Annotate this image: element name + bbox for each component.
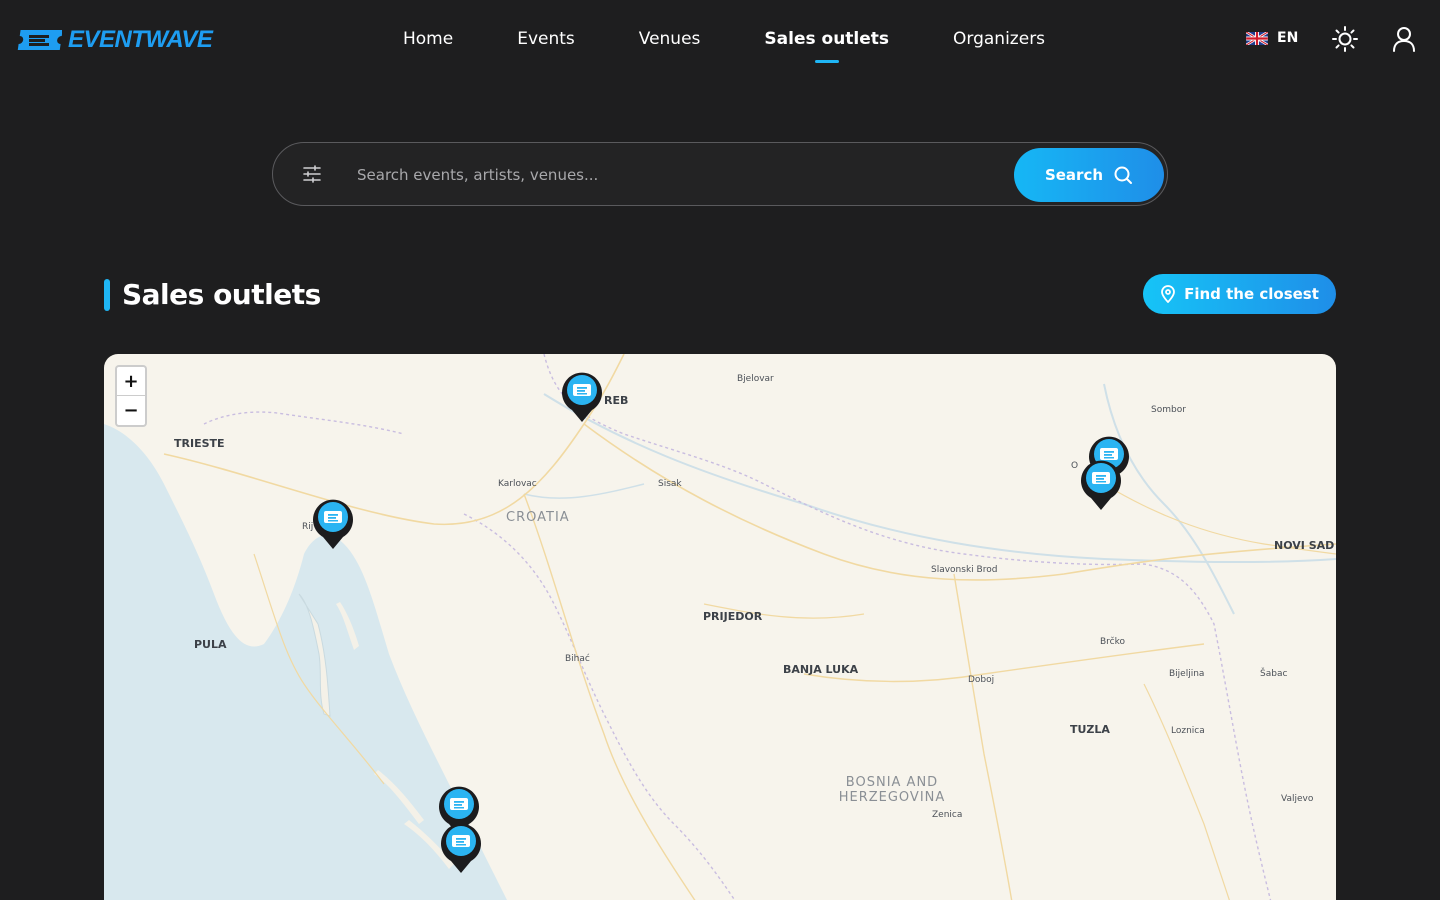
map-label-town: Sisak xyxy=(658,479,682,489)
map-label-town: Bjelovar xyxy=(737,374,774,384)
section-heading: Sales outlets xyxy=(104,278,321,311)
ticket-icon xyxy=(1092,472,1110,484)
map-label-town: Sombor xyxy=(1151,405,1186,415)
search-button-label: Search xyxy=(1044,166,1104,184)
map-label-town: Valjevo xyxy=(1281,794,1314,804)
find-closest-button[interactable]: Find the closest xyxy=(1143,274,1336,314)
nav-label: Organizers xyxy=(953,29,1046,49)
map-label-country: BOSNIA AND HERZEGOVINA xyxy=(838,775,946,805)
sales-outlet-marker[interactable] xyxy=(558,366,606,424)
search-button[interactable]: Search xyxy=(1014,148,1164,202)
map-base-layer xyxy=(104,354,1336,900)
language-code: EN xyxy=(1277,30,1299,46)
sales-outlets-map[interactable]: TRIESTE PULA PRIJEDOR BANJA LUKA TUZLA N… xyxy=(104,354,1336,900)
map-label-city: PRIJEDOR xyxy=(703,610,763,623)
logo-text: EVENTWAVE xyxy=(68,26,213,53)
nav-item-venues[interactable]: Venues xyxy=(607,0,733,78)
nav-item-events[interactable]: Events xyxy=(485,0,607,78)
map-label-town: Zenica xyxy=(932,810,963,820)
map-label-country: CROATIA xyxy=(506,510,570,525)
map-label-city: PULA xyxy=(194,638,227,651)
map-label-town: Slavonski Brod xyxy=(931,565,998,575)
uk-flag-icon xyxy=(1246,31,1268,45)
ticket-icon xyxy=(452,835,470,847)
map-label-town: Brčko xyxy=(1100,637,1126,647)
sales-outlet-marker[interactable] xyxy=(437,817,485,875)
map-label-city: BANJA LUKA xyxy=(783,663,859,676)
map-pin-icon xyxy=(1161,285,1175,303)
nav-label: Events xyxy=(517,29,575,49)
map-label-town: Bijeljina xyxy=(1169,669,1205,679)
nav-label: Home xyxy=(403,29,454,49)
ticket-icon xyxy=(573,384,591,396)
sun-icon xyxy=(1332,26,1358,52)
map-label-town: Doboj xyxy=(968,675,995,685)
sales-outlet-marker[interactable] xyxy=(309,493,357,551)
find-closest-label: Find the closest xyxy=(1184,285,1319,303)
title-accent-bar xyxy=(104,278,110,311)
map-label-town: Karlovac xyxy=(498,479,537,489)
map-label-town: Bihać xyxy=(565,654,590,664)
zoom-in-button[interactable]: + xyxy=(117,367,145,396)
search-bar: Search xyxy=(272,142,1168,206)
nav-item-home[interactable]: Home xyxy=(371,0,485,78)
ticket-logo-icon xyxy=(17,30,62,50)
map-label-town: Šabac xyxy=(1260,669,1288,679)
search-icon xyxy=(1114,166,1133,184)
map-zoom-control: + − xyxy=(115,365,147,427)
language-selector[interactable]: EN xyxy=(1246,30,1298,46)
ticket-icon xyxy=(324,511,342,523)
search-input[interactable] xyxy=(357,155,997,195)
main-nav: Home Events Venues Sales outlets Organiz… xyxy=(371,0,1077,78)
user-icon xyxy=(1393,27,1415,52)
nav-item-organizers[interactable]: Organizers xyxy=(921,0,1077,78)
theme-toggle-button[interactable] xyxy=(1330,24,1360,54)
sliders-icon[interactable] xyxy=(301,163,323,185)
account-button[interactable] xyxy=(1389,24,1419,54)
map-label-town: Loznica xyxy=(1171,726,1205,736)
nav-label: Sales outlets xyxy=(764,29,890,49)
ticket-icon xyxy=(450,798,468,810)
map-label-partial-city: REB xyxy=(604,394,629,407)
map-label-city: TUZLA xyxy=(1070,723,1110,736)
top-navigation-bar: EVENTWAVE Home Events Venues Sales outle… xyxy=(0,0,1440,78)
map-label-city: TRIESTE xyxy=(174,437,225,450)
eventwave-logo[interactable]: EVENTWAVE xyxy=(16,26,213,54)
sales-outlet-marker[interactable] xyxy=(1077,454,1125,512)
nav-item-sales-outlets[interactable]: Sales outlets xyxy=(732,0,921,78)
nav-label: Venues xyxy=(638,29,701,49)
zoom-out-button[interactable]: − xyxy=(117,396,145,425)
map-label-city: NOVI SAD xyxy=(1274,539,1335,552)
page-title: Sales outlets xyxy=(122,278,321,311)
